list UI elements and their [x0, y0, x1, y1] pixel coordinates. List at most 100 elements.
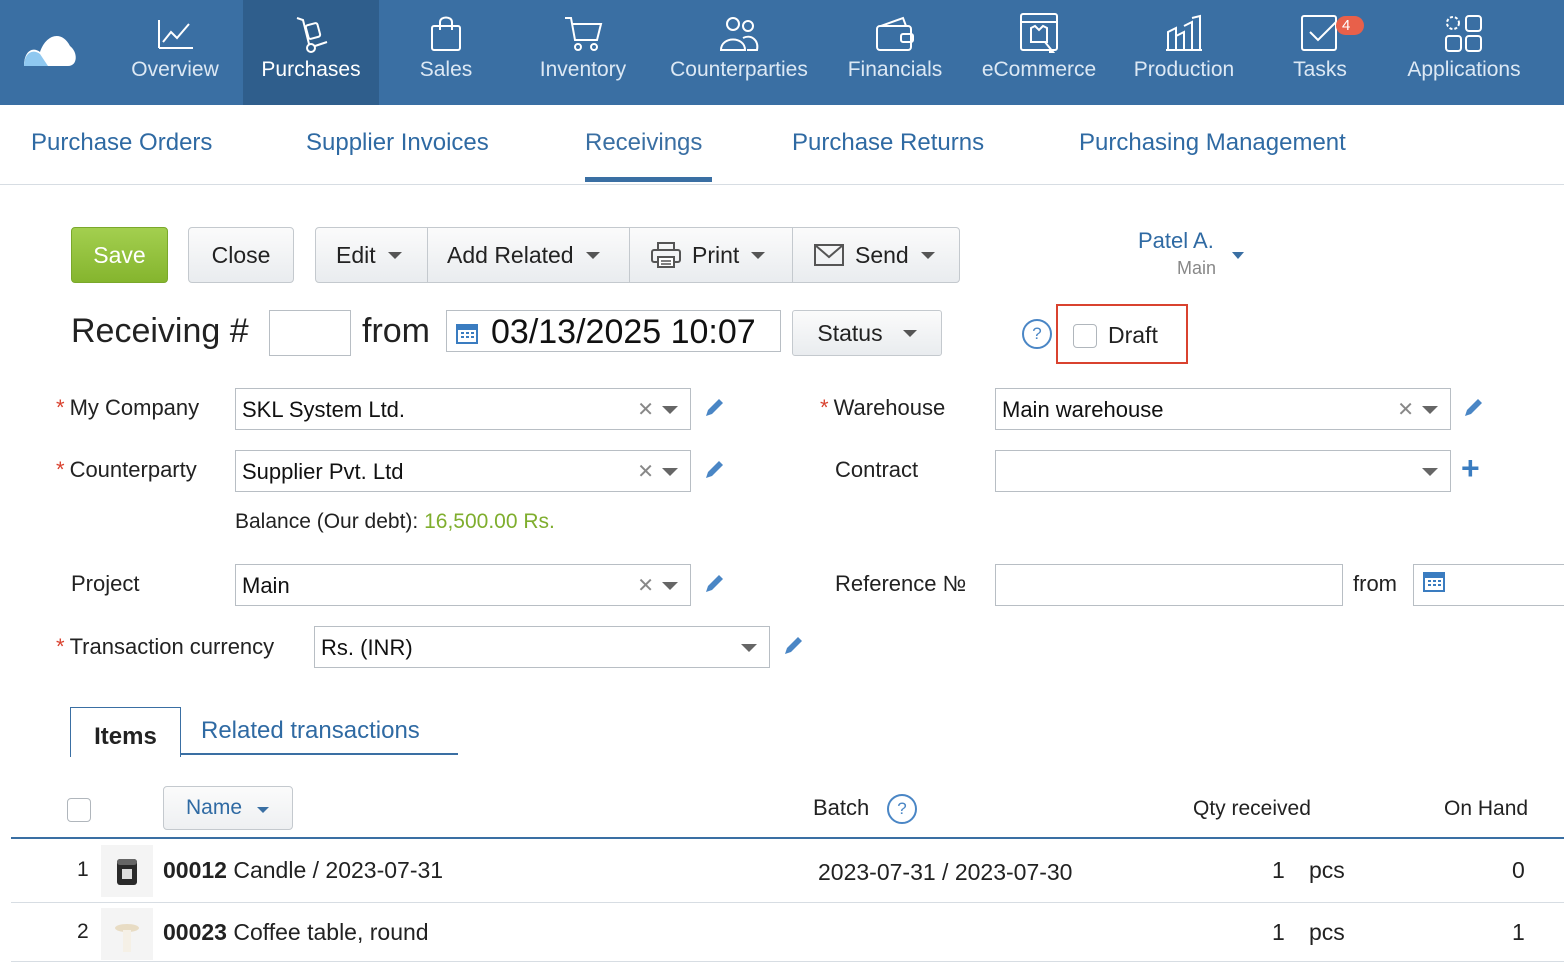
- subtab-supplier-invoices[interactable]: Supplier Invoices: [306, 129, 489, 157]
- chevron-down-icon[interactable]: [662, 468, 678, 476]
- active-subtab-indicator: [585, 177, 712, 182]
- nav-tasks[interactable]: 4 Tasks: [1268, 0, 1372, 105]
- shopping-bag-icon: [431, 16, 461, 51]
- pencil-icon[interactable]: [702, 458, 726, 482]
- send-label: Send: [855, 241, 909, 268]
- nav-sales[interactable]: Sales: [391, 0, 501, 105]
- subtab-purchase-orders[interactable]: Purchase Orders: [31, 129, 212, 157]
- draft-checkbox[interactable]: [1073, 324, 1097, 348]
- tab-related-transactions[interactable]: Related transactions: [201, 717, 420, 745]
- nav-applications[interactable]: Applications: [1402, 0, 1526, 105]
- nav-label: Production: [1133, 58, 1235, 81]
- nav-label: eCommerce: [981, 58, 1097, 81]
- my-company-select[interactable]: SKL System Ltd. ✕: [235, 388, 691, 430]
- reference-date-field[interactable]: [1413, 564, 1564, 606]
- warehouse-select[interactable]: Main warehouse ✕: [995, 388, 1451, 430]
- project-select[interactable]: Main ✕: [235, 564, 691, 606]
- pencil-icon[interactable]: [1461, 396, 1485, 420]
- subtab-receivings[interactable]: Receivings: [585, 129, 702, 157]
- item-code: 00012: [163, 857, 227, 883]
- pencil-icon[interactable]: [781, 634, 805, 658]
- nav-ecommerce[interactable]: eCommerce: [975, 0, 1103, 105]
- clear-icon[interactable]: ✕: [1397, 397, 1414, 422]
- my-company-value: SKL System Ltd.: [242, 397, 406, 422]
- send-dropdown-button[interactable]: Send: [813, 228, 935, 282]
- tab-items[interactable]: Items: [70, 707, 181, 757]
- clear-icon[interactable]: ✕: [637, 573, 654, 598]
- item-batch: 2023-07-31 / 2023-07-30: [818, 859, 1073, 885]
- subtab-purchase-returns[interactable]: Purchase Returns: [792, 129, 984, 157]
- item-qty[interactable]: 1: [1272, 919, 1285, 946]
- batch-help-icon[interactable]: ?: [887, 794, 917, 824]
- printer-icon: [651, 242, 681, 268]
- tab-underline: [181, 753, 458, 755]
- status-label: Status: [817, 319, 883, 346]
- user-name: Patel A.: [1138, 228, 1214, 253]
- add-contract-icon[interactable]: +: [1461, 450, 1480, 487]
- edit-dropdown-button[interactable]: Edit: [336, 228, 402, 282]
- receiving-number-input[interactable]: [269, 310, 351, 356]
- people-icon: [719, 17, 759, 51]
- chevron-down-icon[interactable]: [1422, 468, 1438, 476]
- nav-production[interactable]: Production: [1127, 0, 1241, 105]
- date-field[interactable]: 03/13/2025 10:07: [446, 310, 781, 352]
- subtab-purchasing-management[interactable]: Purchasing Management: [1079, 129, 1346, 157]
- chevron-down-icon[interactable]: [662, 582, 678, 590]
- reference-from-label: from: [1353, 571, 1397, 596]
- nav-counterparties[interactable]: Counterparties: [664, 0, 814, 105]
- nav-label: Inventory: [539, 58, 627, 81]
- name-sort-button[interactable]: Name: [163, 786, 293, 830]
- pencil-icon[interactable]: [702, 572, 726, 596]
- factory-icon: [1166, 14, 1202, 51]
- nav-overview[interactable]: Overview: [118, 0, 232, 105]
- chevron-down-icon: [1232, 252, 1244, 259]
- my-company-label: * My Company: [56, 395, 200, 420]
- top-navigation: Overview Purchases Sales Inventory Count…: [0, 0, 1564, 105]
- from-label: from: [362, 312, 430, 350]
- project-value: Main: [242, 573, 290, 598]
- balance-info: Balance (Our debt): 16,500.00 Rs.: [235, 510, 555, 534]
- nav-purchases[interactable]: Purchases: [243, 0, 379, 105]
- chevron-down-icon[interactable]: [741, 644, 757, 652]
- calendar-icon[interactable]: [1422, 569, 1446, 593]
- item-on-hand: 1: [1512, 919, 1525, 945]
- item-qty[interactable]: 1: [1272, 857, 1285, 884]
- counterparty-select[interactable]: Supplier Pvt. Ltd ✕: [235, 450, 691, 492]
- item-name[interactable]: 00012 Candle / 2023-07-31: [163, 857, 443, 884]
- nav-label: Tasks: [1293, 58, 1347, 81]
- chart-line-icon: [158, 20, 193, 49]
- contract-select[interactable]: [995, 450, 1451, 492]
- row-number: 1: [77, 858, 89, 881]
- chevron-down-icon: [920, 251, 935, 259]
- batch-header: Batch: [813, 795, 870, 820]
- cart-icon: [565, 17, 603, 51]
- app-logo[interactable]: [22, 28, 78, 68]
- apps-grid-icon: [1445, 15, 1482, 52]
- nav-financials[interactable]: Financials: [840, 0, 950, 105]
- name-header-label: Name: [186, 796, 243, 819]
- pencil-icon[interactable]: [702, 396, 726, 420]
- clear-icon[interactable]: ✕: [637, 397, 654, 422]
- close-button[interactable]: Close: [188, 227, 294, 283]
- clear-icon[interactable]: ✕: [637, 459, 654, 484]
- select-all-checkbox[interactable]: [67, 798, 91, 822]
- nav-inventory[interactable]: Inventory: [527, 0, 639, 105]
- tasks-count-badge: 4: [1336, 16, 1365, 35]
- save-button[interactable]: Save: [71, 227, 168, 283]
- item-name[interactable]: 00023 Coffee table, round: [163, 919, 429, 946]
- help-icon[interactable]: ?: [1022, 319, 1052, 349]
- draft-checkbox-highlight: Draft: [1056, 304, 1188, 364]
- calendar-icon[interactable]: [455, 321, 479, 345]
- reference-number-input[interactable]: [995, 564, 1343, 606]
- currency-select[interactable]: Rs. (INR): [314, 626, 770, 668]
- currency-label: * Transaction currency: [56, 634, 275, 659]
- on-hand-header: On Hand: [1444, 797, 1529, 820]
- reference-label: Reference №: [835, 571, 967, 596]
- chevron-down-icon[interactable]: [662, 406, 678, 414]
- item-on-hand: 0: [1512, 857, 1525, 883]
- print-dropdown-button[interactable]: Print: [650, 228, 766, 282]
- add-related-dropdown-button[interactable]: Add Related: [447, 228, 600, 282]
- chevron-down-icon[interactable]: [1422, 406, 1438, 414]
- nav-label: Financials: [847, 58, 943, 81]
- status-dropdown[interactable]: Status: [792, 310, 942, 356]
